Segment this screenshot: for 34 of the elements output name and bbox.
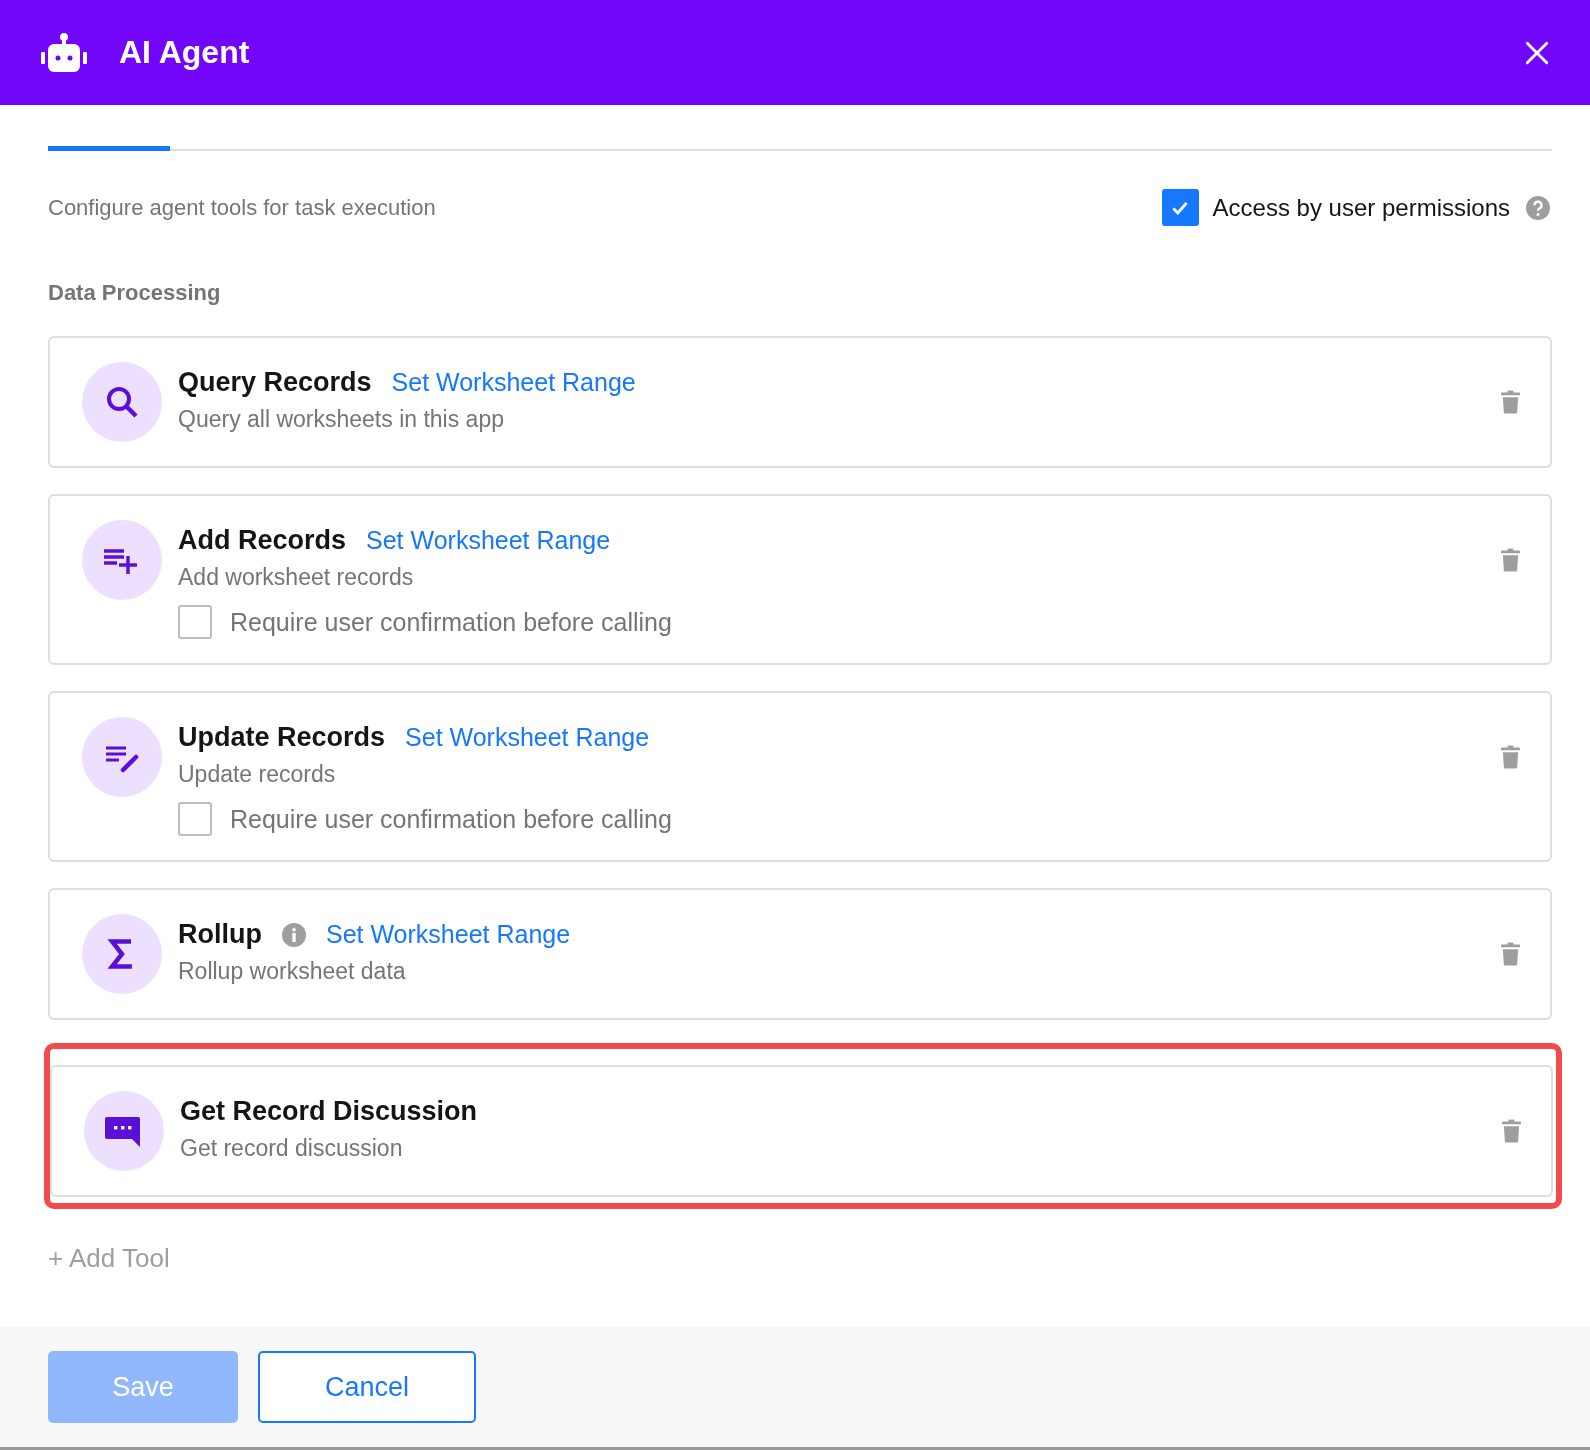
checkbox[interactable] (1161, 189, 1199, 226)
tool-name: Update Records (178, 722, 386, 753)
trash-icon[interactable] (1501, 390, 1520, 414)
trash-icon[interactable] (1502, 1119, 1521, 1143)
set-range-link[interactable]: Set Worksheet Range (405, 723, 650, 752)
trash-icon[interactable] (1501, 548, 1520, 572)
close-icon[interactable] (1524, 39, 1550, 66)
checkbox[interactable] (178, 605, 212, 639)
cancel-button[interactable]: Cancel (258, 1351, 476, 1423)
checkbox-label: Require user confirmation before calling (230, 607, 672, 637)
tool-description: Update records (178, 761, 337, 788)
checkbox-label: Access by user permissions (1212, 193, 1510, 222)
robot-icon (41, 32, 87, 73)
tool-description: Rollup worksheet data (178, 958, 407, 985)
add-tool-link[interactable]: + Add Tool (48, 1243, 170, 1273)
trash-icon[interactable] (1501, 942, 1520, 966)
set-range-link[interactable]: Set Worksheet Range (391, 368, 636, 397)
window-title: AI Agent (119, 34, 251, 71)
checkbox-label: Require user confirmation before calling (230, 804, 672, 834)
tool-name: Add Records (178, 525, 347, 556)
checkbox[interactable] (178, 802, 212, 836)
tool-description: Get record discussion (180, 1135, 404, 1162)
tool-description: Query all worksheets in this app (178, 406, 505, 433)
tool-name: Query Records (178, 367, 372, 398)
section-heading: Data Processing (48, 280, 222, 306)
intro-text: Configure agent tools for task execution (48, 194, 436, 221)
help-icon[interactable] (1526, 195, 1550, 220)
trash-icon[interactable] (1501, 745, 1520, 769)
info-icon[interactable] (282, 922, 306, 947)
set-range-link[interactable]: Set Worksheet Range (366, 526, 611, 555)
tool-name: Get Record Discussion (180, 1096, 478, 1127)
tool-description: Add worksheet records (178, 564, 415, 591)
tool-name: Rollup (178, 919, 262, 950)
set-range-link[interactable]: Set Worksheet Range (326, 920, 571, 949)
